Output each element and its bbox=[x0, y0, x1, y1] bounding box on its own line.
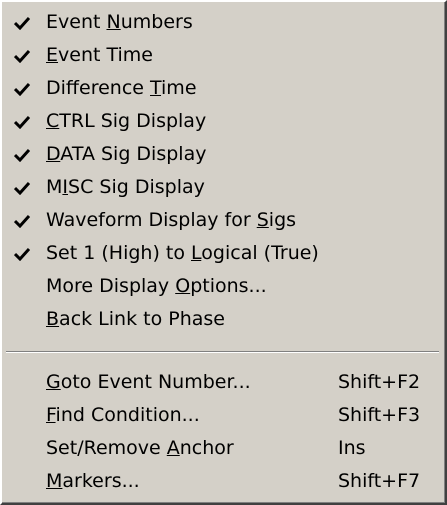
context-menu: Event Numbers Event Time Difference Time… bbox=[0, 0, 447, 505]
checkmark-icon bbox=[14, 39, 34, 72]
checkmark-icon bbox=[14, 237, 34, 270]
menu-item-back-link-to-phase[interactable]: Back Link to Phase bbox=[2, 303, 443, 336]
menu-item-label: Find Condition... bbox=[46, 404, 200, 426]
checkmark-icon bbox=[14, 138, 34, 171]
menu-body: Event Numbers Event Time Difference Time… bbox=[2, 2, 445, 503]
menu-item-difference-time[interactable]: Difference Time bbox=[2, 72, 443, 105]
menu-item-waveform-display[interactable]: Waveform Display for Sigs bbox=[2, 204, 443, 237]
menu-item-markers[interactable]: Markers... Shift+F7 bbox=[2, 465, 443, 498]
menu-item-label: Waveform Display for Sigs bbox=[46, 209, 297, 231]
menu-item-event-numbers[interactable]: Event Numbers bbox=[2, 6, 443, 39]
menu-item-label: Goto Event Number... bbox=[46, 371, 251, 393]
menu-item-label: Event Time bbox=[46, 44, 153, 66]
menu-item-label: More Display Options... bbox=[46, 275, 267, 297]
menu-item-set-remove-anchor[interactable]: Set/Remove Anchor Ins bbox=[2, 432, 443, 465]
checkmark-icon bbox=[14, 171, 34, 204]
menu-item-shortcut: Shift+F2 bbox=[338, 371, 421, 393]
checkmark-icon bbox=[14, 72, 34, 105]
menu-item-misc-sig-display[interactable]: MISC Sig Display bbox=[2, 171, 443, 204]
menu-item-label: DATA Sig Display bbox=[46, 143, 207, 165]
menu-item-label: Set/Remove Anchor bbox=[46, 437, 234, 459]
menu-item-data-sig-display[interactable]: DATA Sig Display bbox=[2, 138, 443, 171]
menu-item-more-display-options[interactable]: More Display Options... bbox=[2, 270, 443, 303]
menu-item-label: Set 1 (High) to Logical (True) bbox=[46, 242, 319, 264]
menu-item-label: Difference Time bbox=[46, 77, 197, 99]
menu-separator bbox=[6, 351, 439, 353]
checkmark-icon bbox=[14, 6, 34, 39]
menu-item-label: MISC Sig Display bbox=[46, 176, 205, 198]
checkmark-icon bbox=[14, 105, 34, 138]
menu-item-ctrl-sig-display[interactable]: CTRL Sig Display bbox=[2, 105, 443, 138]
menu-item-shortcut: Shift+F7 bbox=[338, 470, 421, 492]
menu-item-set-high-logical[interactable]: Set 1 (High) to Logical (True) bbox=[2, 237, 443, 270]
menu-item-shortcut: Shift+F3 bbox=[338, 404, 421, 426]
menu-item-shortcut: Ins bbox=[338, 437, 366, 459]
menu-item-label: Event Numbers bbox=[46, 11, 193, 33]
menu-item-label: CTRL Sig Display bbox=[46, 110, 207, 132]
menu-item-goto-event-number[interactable]: Goto Event Number... Shift+F2 bbox=[2, 366, 443, 399]
checkmark-icon bbox=[14, 204, 34, 237]
menu-item-label: Back Link to Phase bbox=[46, 308, 225, 330]
menu-item-find-condition[interactable]: Find Condition... Shift+F3 bbox=[2, 399, 443, 432]
menu-item-event-time[interactable]: Event Time bbox=[2, 39, 443, 72]
menu-item-label: Markers... bbox=[46, 470, 140, 492]
